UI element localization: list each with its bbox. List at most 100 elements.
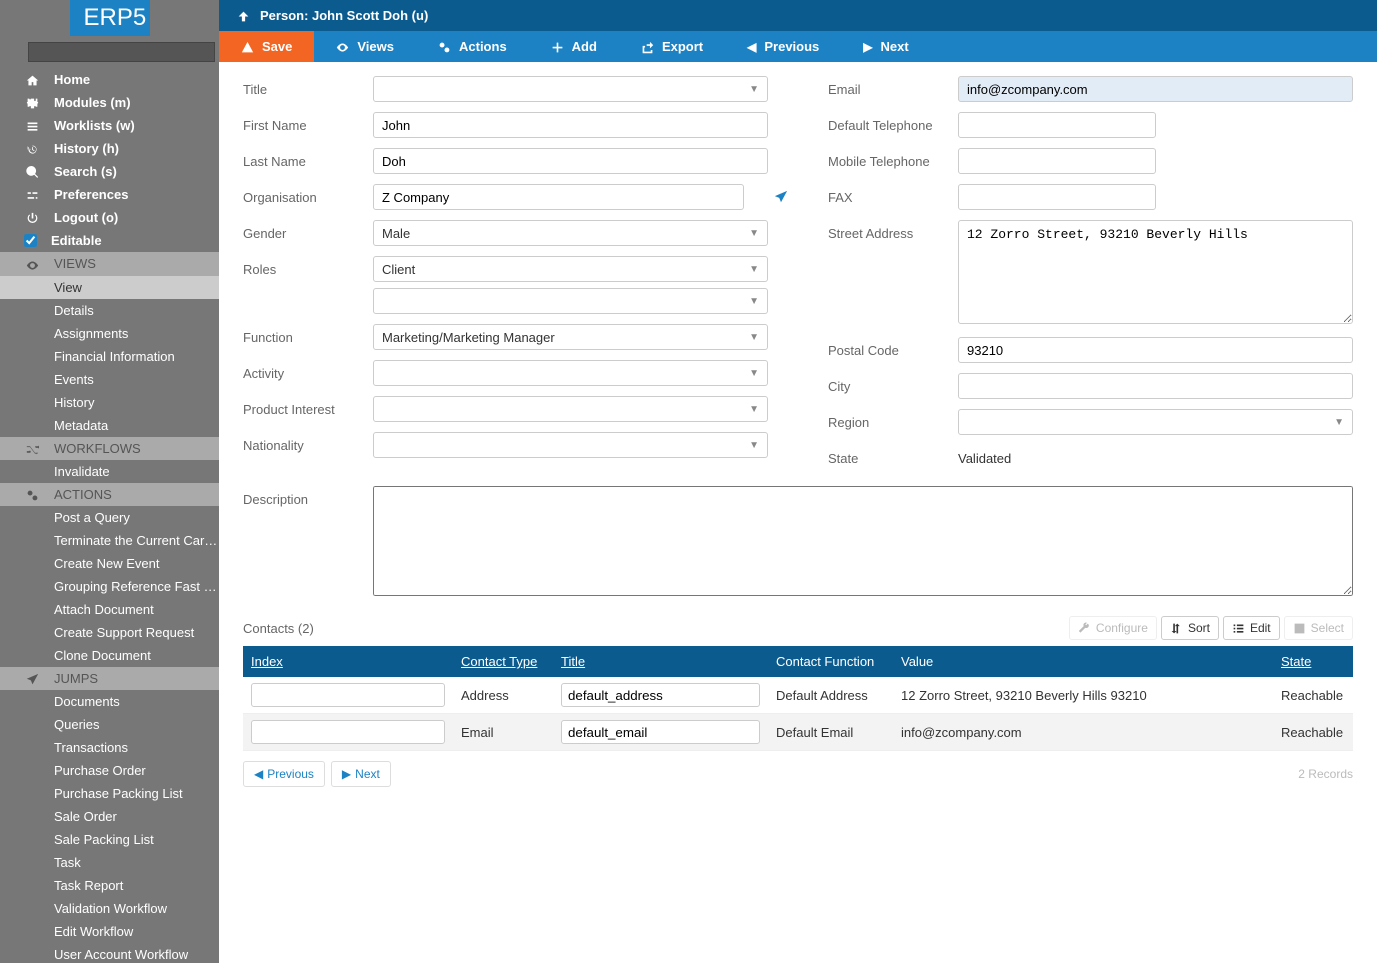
sidebar-item-sale-packing-list[interactable]: Sale Packing List: [0, 828, 219, 851]
next-button[interactable]: ▶Next: [841, 31, 930, 62]
col-state[interactable]: State: [1281, 654, 1311, 669]
cogs-icon: [24, 487, 40, 502]
value-cell: info@zcompany.com: [893, 714, 1273, 751]
sidebar-item-assignments[interactable]: Assignments: [0, 322, 219, 345]
sidebar-item-history[interactable]: History: [0, 391, 219, 414]
pager-next-button[interactable]: ▶Next: [331, 761, 391, 787]
contacts-table: Index Contact Type Title Contact Functio…: [243, 646, 1353, 751]
state-cell: Reachable: [1273, 677, 1353, 714]
sidebar-item-task[interactable]: Task: [0, 851, 219, 874]
sidebar-item-terminate-the-current-career-[interactable]: Terminate the Current Career…: [0, 529, 219, 552]
street-address-input[interactable]: 12 Zorro Street, 93210 Beverly Hills: [958, 220, 1353, 324]
sidebar-item-attach-document[interactable]: Attach Document: [0, 598, 219, 621]
chevron-down-icon: ▼: [749, 404, 759, 415]
sidebar-item-invalidate[interactable]: Invalidate: [0, 460, 219, 483]
puzzle-icon: [24, 95, 40, 110]
previous-button[interactable]: ◀Previous: [725, 31, 841, 62]
email-input[interactable]: [958, 76, 1353, 102]
add-button[interactable]: Add: [529, 31, 619, 62]
nav-modules-m-[interactable]: Modules (m): [0, 91, 219, 114]
sort-button[interactable]: Sort: [1161, 616, 1219, 640]
sidebar-item-create-new-event[interactable]: Create New Event: [0, 552, 219, 575]
postal-code-input[interactable]: [958, 337, 1353, 363]
plane-icon: [24, 671, 40, 686]
first-name-input[interactable]: [373, 112, 768, 138]
up-arrow-icon[interactable]: [237, 8, 250, 23]
nav-preferences[interactable]: Preferences: [0, 183, 219, 206]
contact-function-cell: Default Email: [768, 714, 893, 751]
chevron-down-icon: ▼: [749, 296, 759, 307]
table-row: AddressDefault Address12 Zorro Street, 9…: [243, 677, 1353, 714]
roles-select-2[interactable]: ▼: [373, 288, 768, 314]
caret-left-icon: ◀: [747, 40, 756, 54]
sidebar-item-details[interactable]: Details: [0, 299, 219, 322]
nav-editable[interactable]: Editable: [0, 229, 219, 252]
mobile-telephone-input[interactable]: [958, 148, 1156, 174]
sidebar-item-purchase-packing-list[interactable]: Purchase Packing List: [0, 782, 219, 805]
sidebar-item-grouping-reference-fast-input[interactable]: Grouping Reference Fast Input: [0, 575, 219, 598]
product-interest-select[interactable]: ▼: [373, 396, 768, 422]
default-telephone-label: Default Telephone: [828, 112, 958, 133]
contact-type-cell: Email: [453, 714, 553, 751]
save-button[interactable]: Save: [219, 31, 314, 62]
fax-input[interactable]: [958, 184, 1156, 210]
sidebar-item-financial-information[interactable]: Financial Information: [0, 345, 219, 368]
caret-right-icon: ▶: [342, 767, 351, 781]
nav-label: History (h): [54, 141, 119, 156]
last-name-input[interactable]: [373, 148, 768, 174]
sidebar-item-post-a-query[interactable]: Post a Query: [0, 506, 219, 529]
sidebar-item-sale-order[interactable]: Sale Order: [0, 805, 219, 828]
views-button[interactable]: Views: [314, 31, 416, 62]
title-label: Title: [243, 76, 373, 97]
sidebar-item-user-account-workflow[interactable]: User Account Workflow: [0, 943, 219, 966]
logo: ERP5: [70, 0, 150, 36]
actions-button[interactable]: Actions: [416, 31, 529, 62]
gender-select[interactable]: Male▼: [373, 220, 768, 246]
home-icon: [24, 72, 40, 87]
nav-history-h-[interactable]: History (h): [0, 137, 219, 160]
title-input[interactable]: [561, 720, 760, 744]
city-input[interactable]: [958, 373, 1353, 399]
sidebar-item-transactions[interactable]: Transactions: [0, 736, 219, 759]
export-button[interactable]: Export: [619, 31, 725, 62]
col-contact-type[interactable]: Contact Type: [461, 654, 537, 669]
chevron-down-icon: ▼: [749, 332, 759, 343]
sidebar-item-metadata[interactable]: Metadata: [0, 414, 219, 437]
col-index[interactable]: Index: [251, 654, 283, 669]
roles-select[interactable]: Client▼: [373, 256, 768, 282]
index-input[interactable]: [251, 720, 445, 744]
topbar: Person: John Scott Doh (u): [219, 0, 1377, 31]
section-actions: ACTIONS: [0, 483, 219, 506]
editable-checkbox[interactable]: [24, 234, 37, 247]
region-select[interactable]: ▼: [958, 409, 1353, 435]
sidebar-item-edit-workflow[interactable]: Edit Workflow: [0, 920, 219, 943]
edit-button[interactable]: Edit: [1223, 616, 1280, 640]
index-input[interactable]: [251, 683, 445, 707]
sidebar-item-clone-document[interactable]: Clone Document: [0, 644, 219, 667]
col-title[interactable]: Title: [561, 654, 585, 669]
function-select[interactable]: Marketing/Marketing Manager▼: [373, 324, 768, 350]
sidebar-item-purchase-order[interactable]: Purchase Order: [0, 759, 219, 782]
description-input[interactable]: [373, 486, 1353, 596]
activity-select[interactable]: ▼: [373, 360, 768, 386]
title-input[interactable]: [561, 683, 760, 707]
sidebar-item-validation-workflow[interactable]: Validation Workflow: [0, 897, 219, 920]
sidebar-item-create-support-request[interactable]: Create Support Request: [0, 621, 219, 644]
sidebar-item-events[interactable]: Events: [0, 368, 219, 391]
nav-logout-o-[interactable]: Logout (o): [0, 206, 219, 229]
plane-icon[interactable]: [774, 190, 788, 207]
nationality-label: Nationality: [243, 432, 373, 453]
nationality-select[interactable]: ▼: [373, 432, 768, 458]
title-select[interactable]: ▼: [373, 76, 768, 102]
sidebar-item-task-report[interactable]: Task Report: [0, 874, 219, 897]
sidebar-item-view[interactable]: View: [0, 276, 219, 299]
nav-home[interactable]: Home: [0, 68, 219, 91]
default-telephone-input[interactable]: [958, 112, 1156, 138]
pager-previous-button[interactable]: ◀Previous: [243, 761, 325, 787]
sidebar-item-queries[interactable]: Queries: [0, 713, 219, 736]
nav-search-s-[interactable]: Search (s): [0, 160, 219, 183]
sidebar-item-documents[interactable]: Documents: [0, 690, 219, 713]
sidebar-search-input[interactable]: [28, 42, 215, 62]
nav-worklists-w-[interactable]: Worklists (w): [0, 114, 219, 137]
organisation-input[interactable]: [373, 184, 744, 210]
